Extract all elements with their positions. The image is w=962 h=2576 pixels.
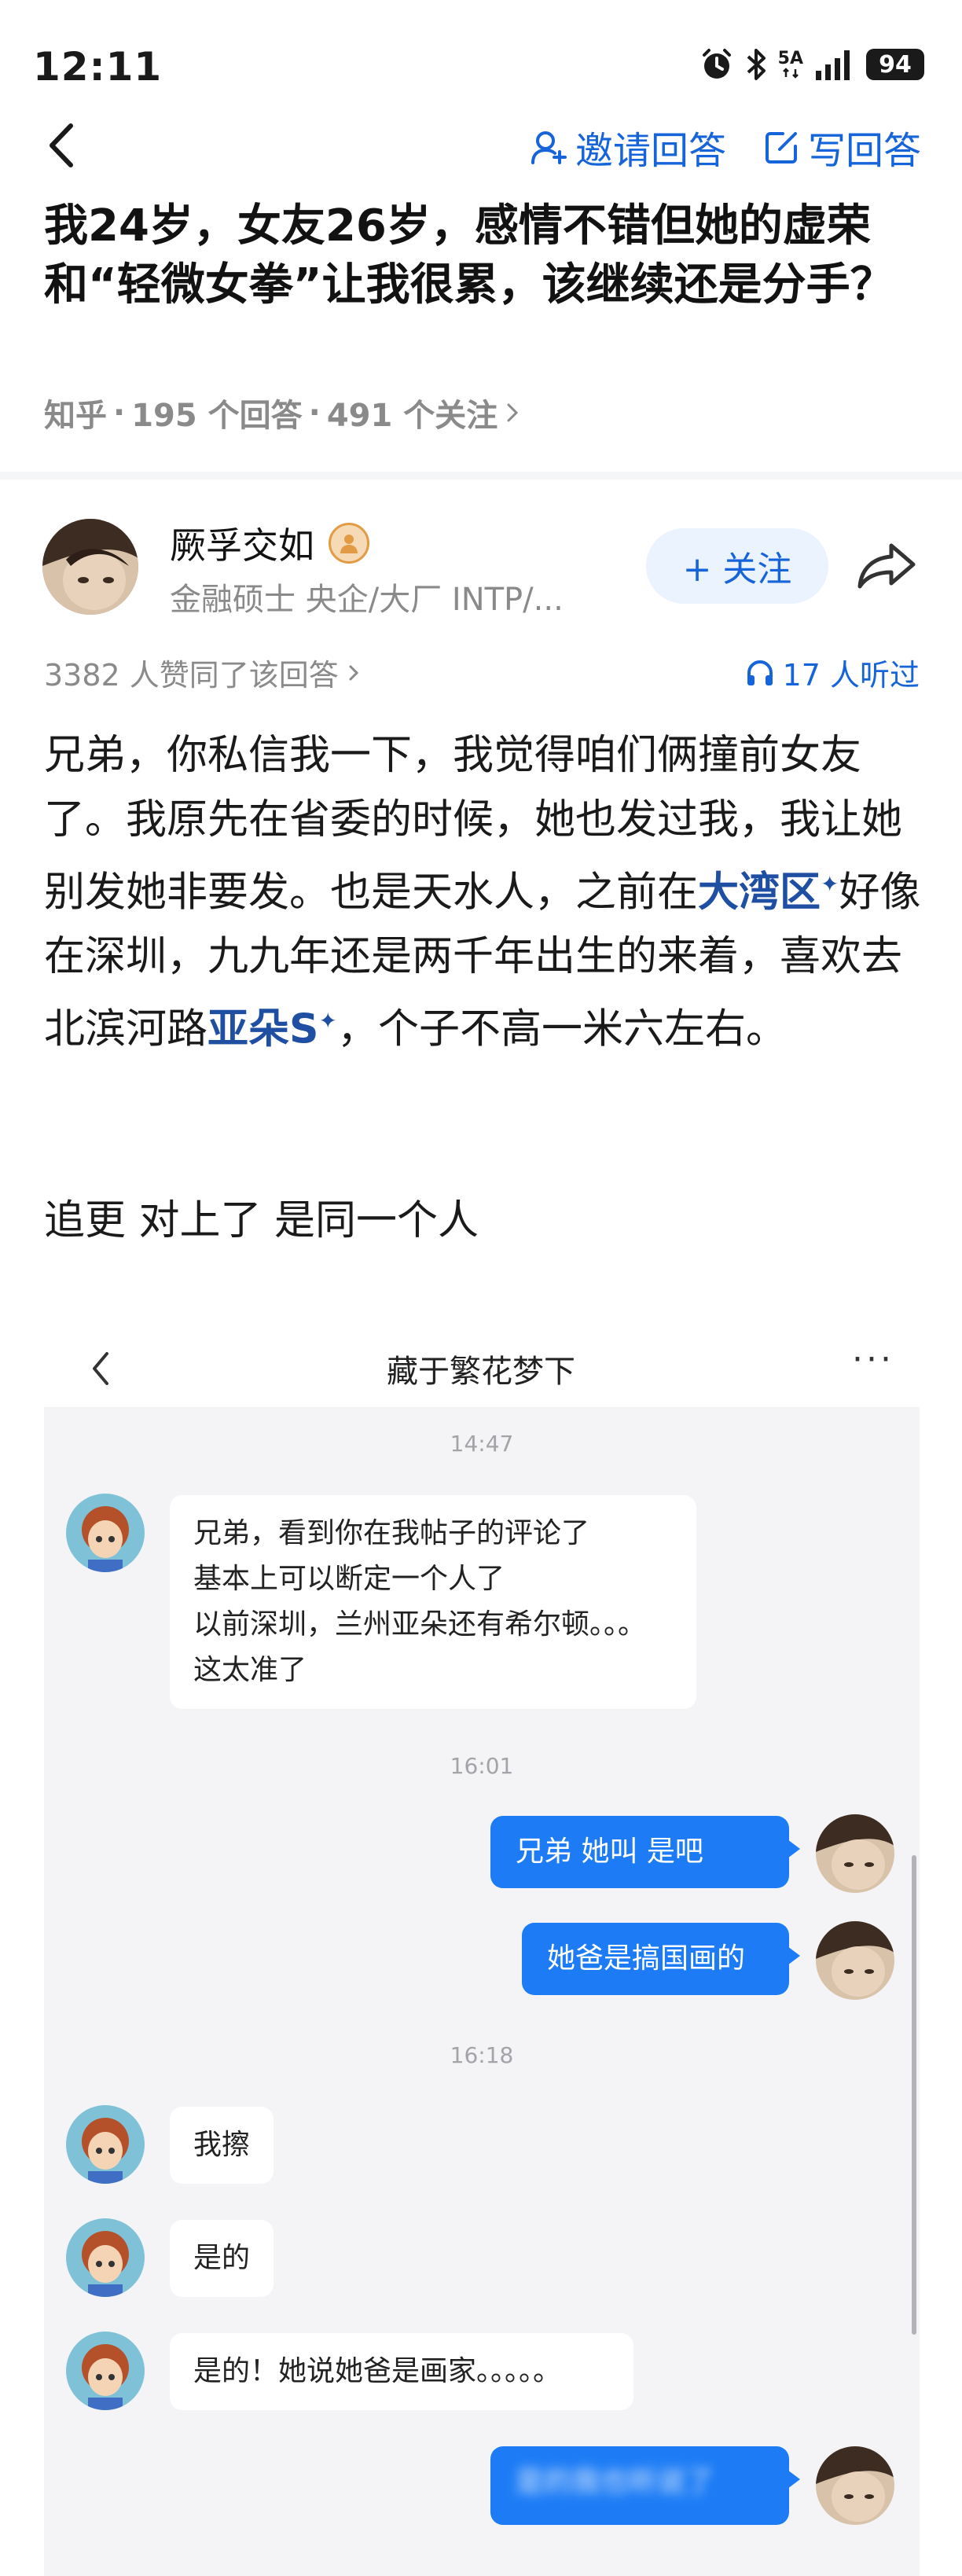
chat-message-left: 是的！她说她爸是画家。。。。。 [170, 2333, 633, 2410]
chat-timestamp: 16:01 [450, 1753, 514, 1779]
answer-update: 追更 对上了 是同一个人 [44, 1197, 479, 1244]
back-icon[interactable] [39, 118, 86, 173]
battery-icon: 94 [866, 49, 924, 80]
status-time: 12:11 [33, 44, 163, 90]
friend-avatar [66, 2332, 145, 2410]
edit-icon [765, 132, 797, 164]
meta-separator: · [113, 395, 126, 431]
chat-panel: 14:47 兄弟，看到你在我帖子的评论了 基本上可以断定一个人了 以前深圳，兰州… [44, 1407, 920, 2576]
sparkle-icon: ✦ [821, 871, 839, 897]
answer-count: 195 个回答 [131, 398, 303, 434]
invite-answer-button[interactable]: 邀请回答 [530, 119, 726, 175]
author-description: 金融硕士 央企/大厂 INTP/... [170, 582, 564, 618]
signal-icon [816, 50, 850, 80]
chevron-right-icon [349, 665, 358, 680]
network-label: 5A [777, 49, 803, 68]
author-name: 厥孚交如 [170, 524, 314, 567]
search-link-atour[interactable]: 亚朵S [207, 1006, 318, 1053]
question-title[interactable]: 我24岁，女友26岁，感情不错但她的虚荣和“轻微女拳”让我很累，该继续还是分手？ [44, 197, 924, 314]
chat-message-left: 我擦 [170, 2107, 274, 2184]
headphones-icon [747, 660, 773, 685]
answer-text-part: ，个子不高一米六左右。 [336, 1005, 787, 1053]
alarm-icon [702, 49, 731, 79]
avatar-image [42, 519, 138, 615]
author-name-row[interactable]: 厥孚交如 [170, 517, 369, 569]
message-line: 这太准了 [193, 1654, 307, 1686]
bluetooth-icon [747, 49, 766, 80]
chat-timestamp: 16:18 [450, 2042, 514, 2068]
chat-message-right: 兄弟 她叫 是吧 [490, 1816, 800, 1888]
follow-button[interactable]: + 关注 [646, 528, 828, 604]
message-line: 以前深圳，兰州亚朵还有希尔顿。。。 [193, 1608, 647, 1641]
chat-header: 藏于繁花梦下 ··· [44, 1336, 918, 1399]
user-avatar [816, 1814, 894, 1893]
section-divider [0, 472, 962, 480]
blurred-message-text: 是的我也听说了 [516, 2466, 714, 2498]
chat-message-left: 是的 [170, 2220, 274, 2297]
message-line: 基本上可以断定一个人了 [193, 1563, 505, 1595]
status-icons: 5A 94 [699, 47, 924, 82]
site-name: 知乎 [44, 398, 107, 434]
chat-scrollbar [912, 1855, 916, 2335]
chat-message-left: 兄弟，看到你在我帖子的评论了 基本上可以断定一个人了 以前深圳，兰州亚朵还有希尔… [170, 1495, 696, 1709]
message-line: 兄弟，看到你在我帖子的评论了 [193, 1517, 590, 1549]
listen-text: 17 人听过 [782, 658, 920, 693]
friend-avatar [66, 1494, 145, 1572]
user-avatar [816, 2446, 894, 2525]
chevron-right-icon [507, 403, 519, 422]
write-answer-button[interactable]: 写回答 [764, 119, 921, 175]
person-add-icon [531, 131, 567, 164]
network-indicator: 5A [778, 50, 803, 79]
question-meta[interactable]: 知乎 · 195 个回答 · 491 个关注 [44, 390, 521, 435]
data-arrows-icon [782, 68, 799, 79]
chat-title: 藏于繁花梦下 [387, 1354, 575, 1390]
search-link-bay-area[interactable]: 大湾区 [698, 869, 821, 916]
friend-avatar [66, 2105, 145, 2184]
creator-badge-icon [329, 523, 369, 564]
friend-avatar [66, 2218, 145, 2297]
invite-answer-label: 邀请回答 [575, 129, 726, 173]
votes-text: 3382 人赞同了该回答 [44, 658, 339, 693]
more-icon: ··· [852, 1339, 894, 1380]
top-nav: 邀请回答 写回答 [0, 110, 962, 181]
status-bar: 12:11 5A 94 [0, 0, 962, 94]
answer-body: 兄弟，你私信我一下，我觉得咱们俩撞前女友了。我原先在省委的时候，她也发过我，我让… [44, 723, 924, 1062]
chat-message-right: 她爸是搞国画的 [522, 1923, 800, 1995]
user-avatar [816, 1921, 894, 2000]
follower-count: 491 个关注 [326, 398, 498, 434]
chat-timestamp: 14:47 [450, 1431, 514, 1457]
listen-count[interactable]: 17 人听过 [745, 651, 920, 694]
write-answer-label: 写回答 [807, 129, 921, 173]
share-icon[interactable] [855, 538, 918, 593]
sparkle-icon: ✦ [318, 1008, 337, 1034]
author-avatar[interactable] [42, 519, 138, 615]
meta-separator: · [308, 395, 321, 431]
chat-message-right-blurred: 是的我也听说了 [490, 2446, 800, 2525]
votes-summary[interactable]: 3382 人赞同了该回答 [44, 651, 361, 694]
